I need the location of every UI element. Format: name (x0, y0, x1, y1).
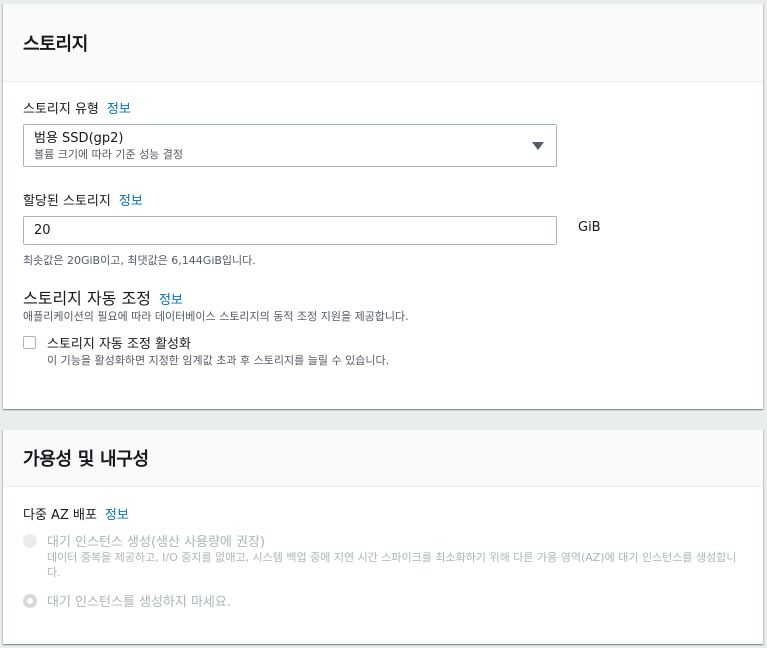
create-standby-label[interactable]: 대기 인스턴스 생성(생산 사용량에 권장) (47, 531, 265, 550)
allocated-storage-info-link[interactable]: 정보 (119, 194, 143, 209)
allocated-storage-input[interactable]: 20 (23, 216, 557, 245)
autoscaling-checkbox[interactable] (23, 336, 36, 349)
storage-type-label: 스토리지 유형 정보 (23, 98, 131, 117)
autoscaling-checkbox-description: 이 기능을 활성화하면 지정한 임계값 초과 후 스토리지를 늘릴 수 있습니다… (47, 354, 390, 367)
storage-unit-label: GiB (578, 220, 601, 235)
availability-title: 가용성 및 내구성 (23, 449, 149, 470)
storage-type-select[interactable]: 범용 SSD(gp2) 볼륨 크기에 따라 기준 성능 결정 (23, 124, 557, 167)
storage-title: 스토리지 (23, 33, 89, 55)
storage-panel-header: 스토리지 (3, 4, 763, 82)
storage-autoscaling-description: 애플리케이션의 필요에 따라 데이터베이스 스토리지의 동적 조정 지원을 제공… (23, 310, 409, 323)
no-standby-label[interactable]: 대기 인스턴스를 생성하지 마세요. (47, 591, 231, 610)
caret-down-icon (532, 142, 544, 150)
create-standby-description: 데이터 중복을 제공하고, I/O 중지를 없애고, 시스템 백업 중에 지연 … (47, 551, 737, 579)
storage-type-info-link[interactable]: 정보 (107, 102, 131, 117)
multi-az-label: 다중 AZ 배포 정보 (23, 504, 129, 523)
no-standby-radio[interactable] (23, 594, 37, 608)
multi-az-label-text: 다중 AZ 배포 (23, 508, 97, 523)
storage-type-selected-description: 볼륨 크기에 따라 기준 성능 결정 (34, 148, 184, 161)
autoscaling-checkbox-label[interactable]: 스토리지 자동 조정 활성화 (47, 333, 191, 352)
allocated-storage-hint: 최솟값은 20GiB이고, 최댓값은 6,144GiB입니다. (23, 254, 256, 267)
allocated-storage-label-text: 할당된 스토리지 (23, 194, 111, 209)
storage-panel: 스토리지 스토리지 유형 정보 범용 SSD(gp2) 볼륨 크기에 따라 기준 … (3, 3, 763, 409)
create-standby-radio[interactable] (23, 534, 37, 548)
storage-autoscaling-heading: 스토리지 자동 조정 정보 (23, 285, 183, 309)
storage-type-label-text: 스토리지 유형 (23, 102, 99, 117)
storage-autoscaling-title: 스토리지 자동 조정 (23, 289, 151, 308)
storage-type-selected-value: 범용 SSD(gp2) (34, 131, 124, 146)
multi-az-info-link[interactable]: 정보 (105, 508, 129, 523)
storage-autoscaling-info-link[interactable]: 정보 (159, 293, 183, 308)
allocated-storage-label: 할당된 스토리지 정보 (23, 190, 143, 209)
availability-panel-header: 가용성 및 내구성 (3, 430, 763, 487)
availability-panel: 가용성 및 내구성 다중 AZ 배포 정보 대기 인스턴스 생성(생산 사용량에 … (3, 429, 763, 644)
